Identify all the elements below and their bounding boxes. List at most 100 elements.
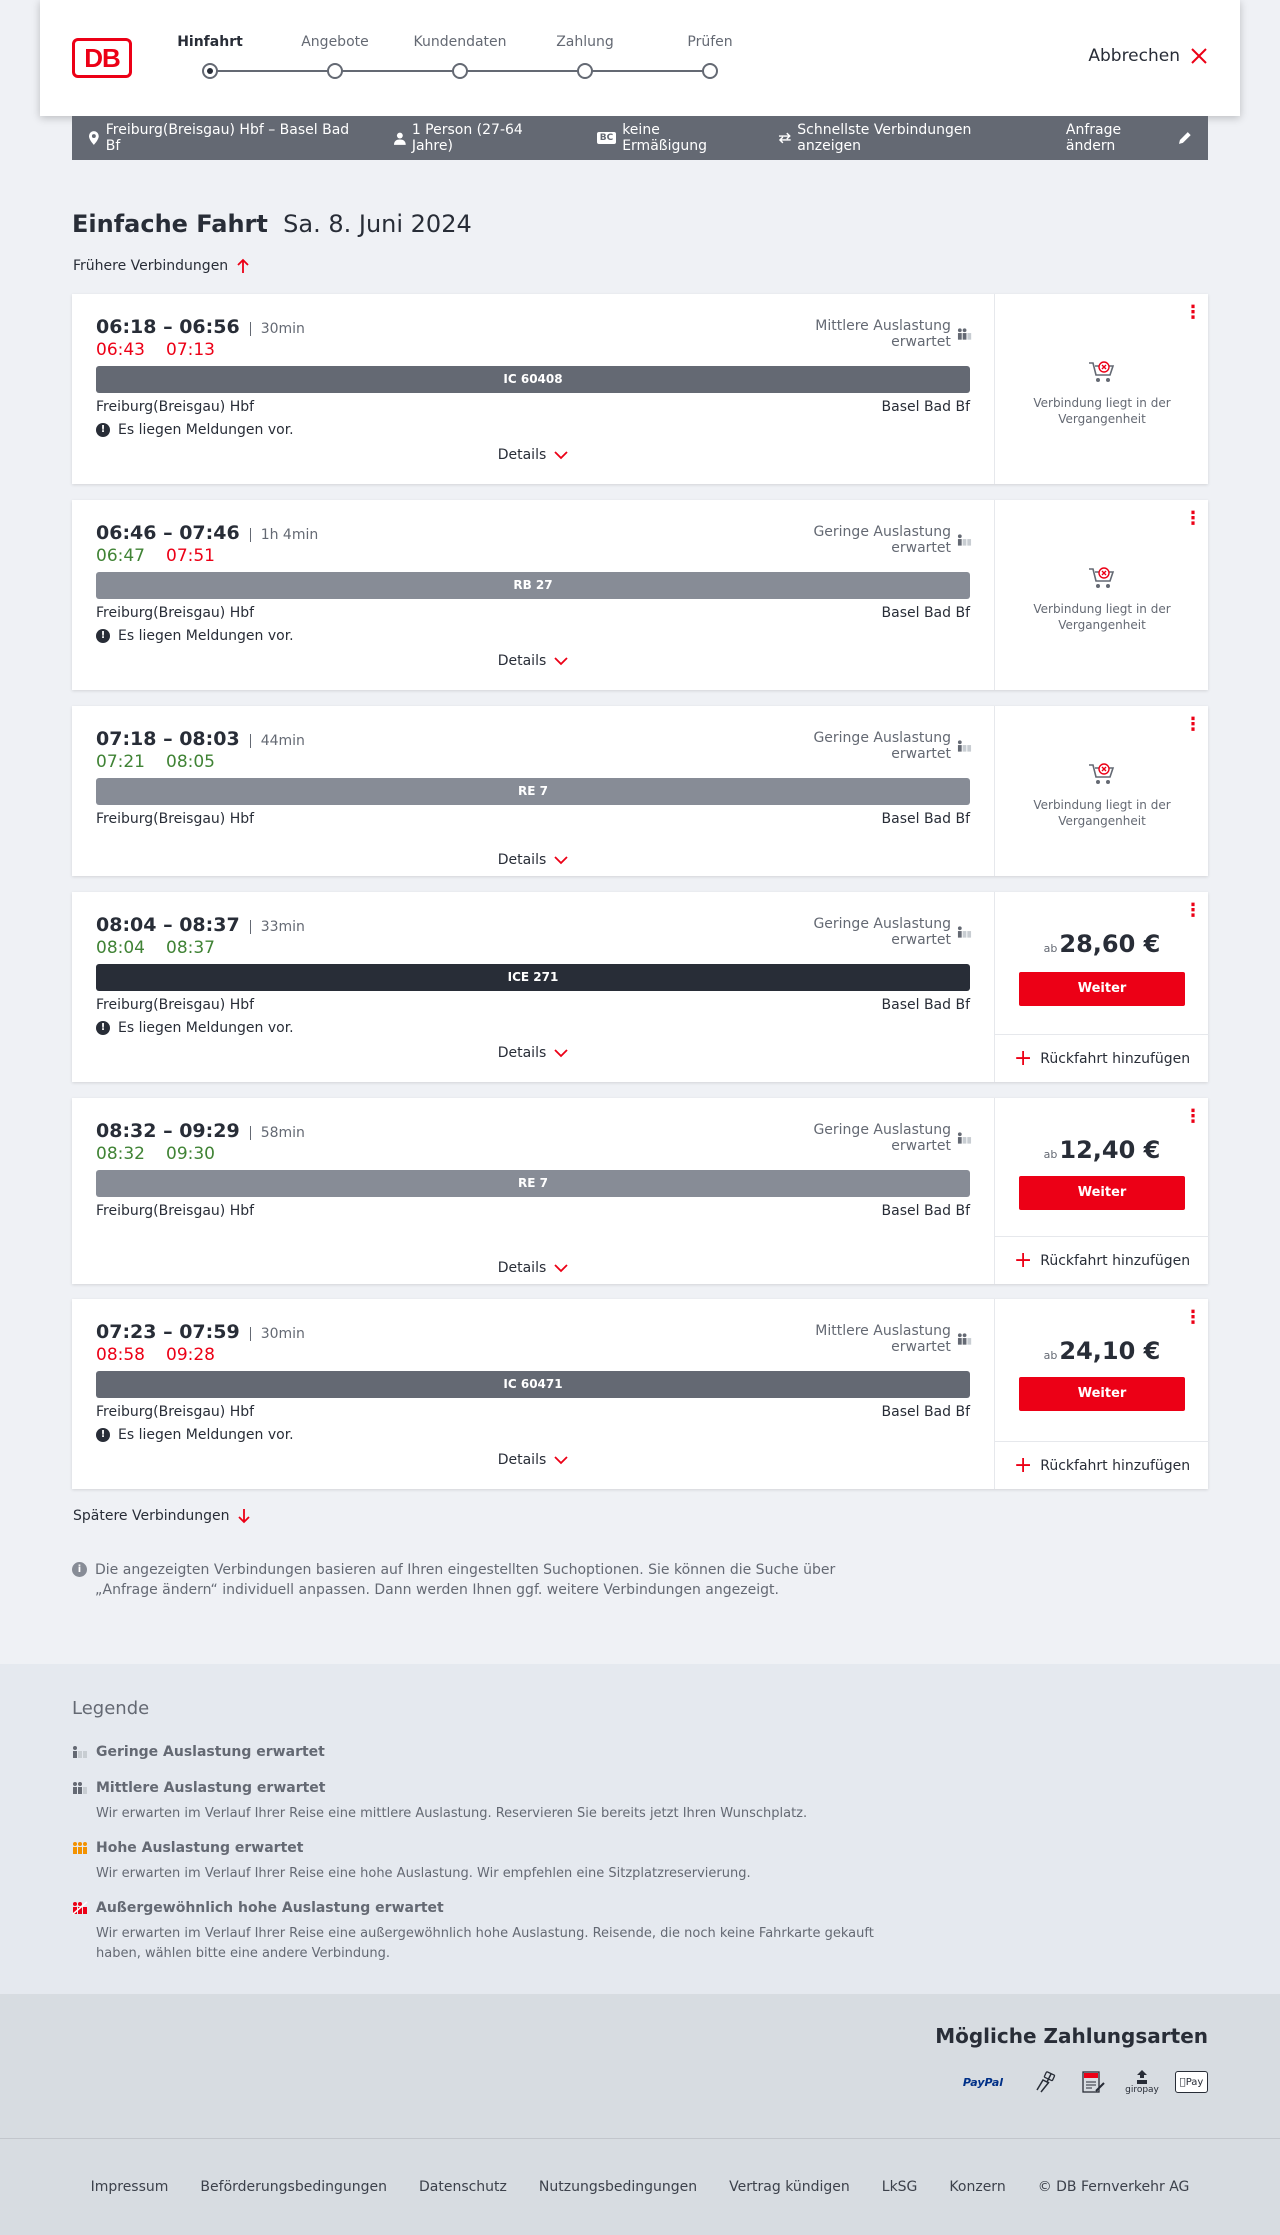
offer-panel: ⋮ Verbindung liegt in der Vergangenheit bbox=[994, 500, 1208, 690]
arrival-station: Basel Bad Bf bbox=[881, 997, 970, 1013]
extreme-load-icon bbox=[72, 1901, 88, 1915]
details-toggle[interactable]: Details bbox=[72, 653, 994, 669]
planned-times: 06:18 – 06:56 30min bbox=[96, 316, 305, 338]
later-connections-label: Spätere Verbindungen bbox=[73, 1508, 230, 1524]
more-options-icon[interactable]: ⋮ bbox=[1184, 1309, 1202, 1327]
low-load-icon bbox=[957, 1132, 972, 1144]
more-options-icon[interactable]: ⋮ bbox=[1184, 902, 1202, 920]
earlier-connections-label: Frühere Verbindungen bbox=[73, 258, 229, 274]
realtime-arrival: 08:05 bbox=[166, 752, 215, 772]
cancel-button[interactable]: Abbrechen bbox=[1088, 46, 1208, 66]
offer-panel: ⋮ Verbindung liegt in der Vergangenheit bbox=[994, 294, 1208, 484]
paypal-icon: PayPal bbox=[962, 2075, 1004, 2089]
payment-section: Mögliche Zahlungsarten PayPal giropay P… bbox=[0, 1994, 1280, 2138]
load-indicator: Mittlere Auslastung erwartet bbox=[762, 1323, 972, 1355]
price-prefix: ab bbox=[1043, 1148, 1058, 1161]
db-logo[interactable]: DB bbox=[72, 38, 132, 78]
close-icon bbox=[1191, 48, 1207, 64]
realtime-departure: 08:58 bbox=[96, 1345, 145, 1365]
step-dot-zahlung bbox=[577, 63, 593, 79]
details-label: Details bbox=[497, 653, 547, 669]
legend-item-desc: Wir erwarten im Verlauf Ihrer Reise eine… bbox=[96, 1926, 874, 1961]
details-label: Details bbox=[497, 1260, 547, 1276]
price-value: 24,10 € bbox=[1059, 1337, 1161, 1365]
continue-button[interactable]: Weiter bbox=[1019, 1176, 1185, 1210]
footer-link-vertrag-kuendigen[interactable]: Vertrag kündigen bbox=[729, 2179, 850, 2195]
step-dot-angebote bbox=[327, 63, 343, 79]
load-indicator: Mittlere Auslastung erwartet bbox=[762, 318, 972, 350]
add-return-label: Rückfahrt hinzufügen bbox=[1040, 1252, 1191, 1269]
details-toggle[interactable]: Details bbox=[72, 1452, 994, 1468]
later-connections-link[interactable]: Spätere Verbindungen bbox=[73, 1508, 251, 1524]
chevron-down-icon bbox=[554, 656, 568, 665]
change-request-button[interactable]: Anfrage ändern bbox=[1066, 122, 1192, 154]
footer-link-impressum[interactable]: Impressum bbox=[91, 2179, 169, 2195]
continue-button[interactable]: Weiter bbox=[1019, 972, 1185, 1006]
footer-copyright: © DB Fernverkehr AG bbox=[1037, 2179, 1190, 2195]
details-toggle[interactable]: Details bbox=[72, 852, 994, 868]
footer-link-befoerderungsbedingungen[interactable]: Beförderungsbedingungen bbox=[200, 2179, 387, 2195]
train-bar[interactable]: RB 27 bbox=[96, 572, 970, 599]
departure-station: Freiburg(Breisgau) Hbf bbox=[96, 811, 255, 827]
departure-station: Freiburg(Breisgau) Hbf bbox=[96, 1203, 255, 1219]
more-options-icon[interactable]: ⋮ bbox=[1184, 716, 1202, 734]
details-toggle[interactable]: Details bbox=[72, 1260, 994, 1276]
exclamation-icon: ! bbox=[96, 423, 110, 437]
add-return-button[interactable]: + Rückfahrt hinzufügen bbox=[995, 1236, 1209, 1284]
change-request-label: Anfrage ändern bbox=[1065, 122, 1122, 154]
planned-times: 07:23 – 07:59 30min bbox=[96, 1321, 305, 1343]
offer-panel: ⋮ ab12,40 € Weiter + Rückfahrt hinzufügen bbox=[994, 1098, 1209, 1284]
trip-type: Einfache Fahrt bbox=[72, 210, 268, 238]
continue-button[interactable]: Weiter bbox=[1019, 1377, 1185, 1411]
departure-station: Freiburg(Breisgau) Hbf bbox=[96, 997, 255, 1013]
cart-unavailable-icon bbox=[1089, 763, 1115, 784]
footer-link-datenschutz[interactable]: Datenschutz bbox=[419, 2179, 507, 2195]
details-toggle[interactable]: Details bbox=[72, 447, 994, 463]
trip-date: Sa. 8. Juni 2024 bbox=[283, 210, 472, 238]
details-toggle[interactable]: Details bbox=[72, 1045, 994, 1061]
step-angebote: Angebote bbox=[301, 34, 369, 50]
more-options-icon[interactable]: ⋮ bbox=[1184, 510, 1202, 528]
train-bar[interactable]: IC 60408 bbox=[96, 366, 970, 393]
footer-link-nutzungsbedingungen[interactable]: Nutzungsbedingungen bbox=[539, 2179, 697, 2195]
realtime-departure: 08:04 bbox=[96, 938, 145, 958]
arrow-down-icon bbox=[238, 1509, 251, 1524]
add-return-button[interactable]: + Rückfahrt hinzufügen bbox=[995, 1034, 1209, 1082]
more-options-icon[interactable]: ⋮ bbox=[1184, 304, 1202, 322]
train-bar[interactable]: RE 7 bbox=[96, 778, 970, 805]
query-fastest[interactable]: Schnellste Verbindungen anzeigen bbox=[778, 122, 1034, 154]
planned-times: 07:18 – 08:03 44min bbox=[96, 728, 305, 750]
step-pruefen: Prüfen bbox=[687, 34, 733, 50]
train-bar[interactable]: RE 7 bbox=[96, 1170, 970, 1197]
earlier-connections-link[interactable]: Frühere Verbindungen bbox=[73, 258, 250, 274]
messages-note: ! Es liegen Meldungen vor. bbox=[96, 422, 294, 438]
load-label: Geringe Auslastung erwartet bbox=[813, 1122, 952, 1154]
query-persons: 1 Person (27-64 Jahre) bbox=[394, 122, 565, 154]
details-label: Details bbox=[497, 447, 547, 463]
planned-times-value: 08:04 – 08:37 bbox=[96, 914, 240, 936]
train-bar[interactable]: IC 60471 bbox=[96, 1371, 970, 1398]
chevron-down-icon bbox=[554, 1263, 568, 1272]
details-label: Details bbox=[497, 1452, 547, 1468]
medium-load-icon bbox=[73, 1782, 87, 1794]
cart-unavailable-icon bbox=[1089, 567, 1115, 588]
realtime-departure: 07:21 bbox=[96, 752, 145, 772]
add-return-button[interactable]: + Rückfahrt hinzufügen bbox=[995, 1441, 1209, 1489]
load-indicator: Geringe Auslastung erwartet bbox=[762, 524, 972, 556]
connection-card: 07:18 – 08:03 44min 07:21 08:05 Geringe A… bbox=[72, 706, 1208, 876]
payment-title: Mögliche Zahlungsarten bbox=[935, 2024, 1208, 2048]
footer-link-konzern[interactable]: Konzern bbox=[949, 2179, 1005, 2195]
planned-times-value: 07:23 – 07:59 bbox=[96, 1321, 240, 1343]
add-return-label: Rückfahrt hinzufügen bbox=[1040, 1457, 1191, 1474]
legend-title: Legende bbox=[72, 1698, 150, 1719]
arrival-station: Basel Bad Bf bbox=[881, 811, 970, 827]
query-route-label: Freiburg(Breisgau) Hbf – Basel Bad Bf bbox=[105, 122, 350, 154]
train-bar[interactable]: ICE 271 bbox=[96, 964, 970, 991]
more-options-icon[interactable]: ⋮ bbox=[1184, 1108, 1202, 1126]
price: ab24,10 € bbox=[995, 1337, 1209, 1365]
footer-link-lksg[interactable]: LkSG bbox=[882, 2179, 918, 2195]
price-prefix: ab bbox=[1043, 942, 1058, 955]
legend-item-low: Geringe Auslastung erwartet bbox=[72, 1744, 892, 1760]
chevron-down-icon bbox=[554, 855, 568, 864]
plus-icon: + bbox=[1013, 1247, 1033, 1273]
